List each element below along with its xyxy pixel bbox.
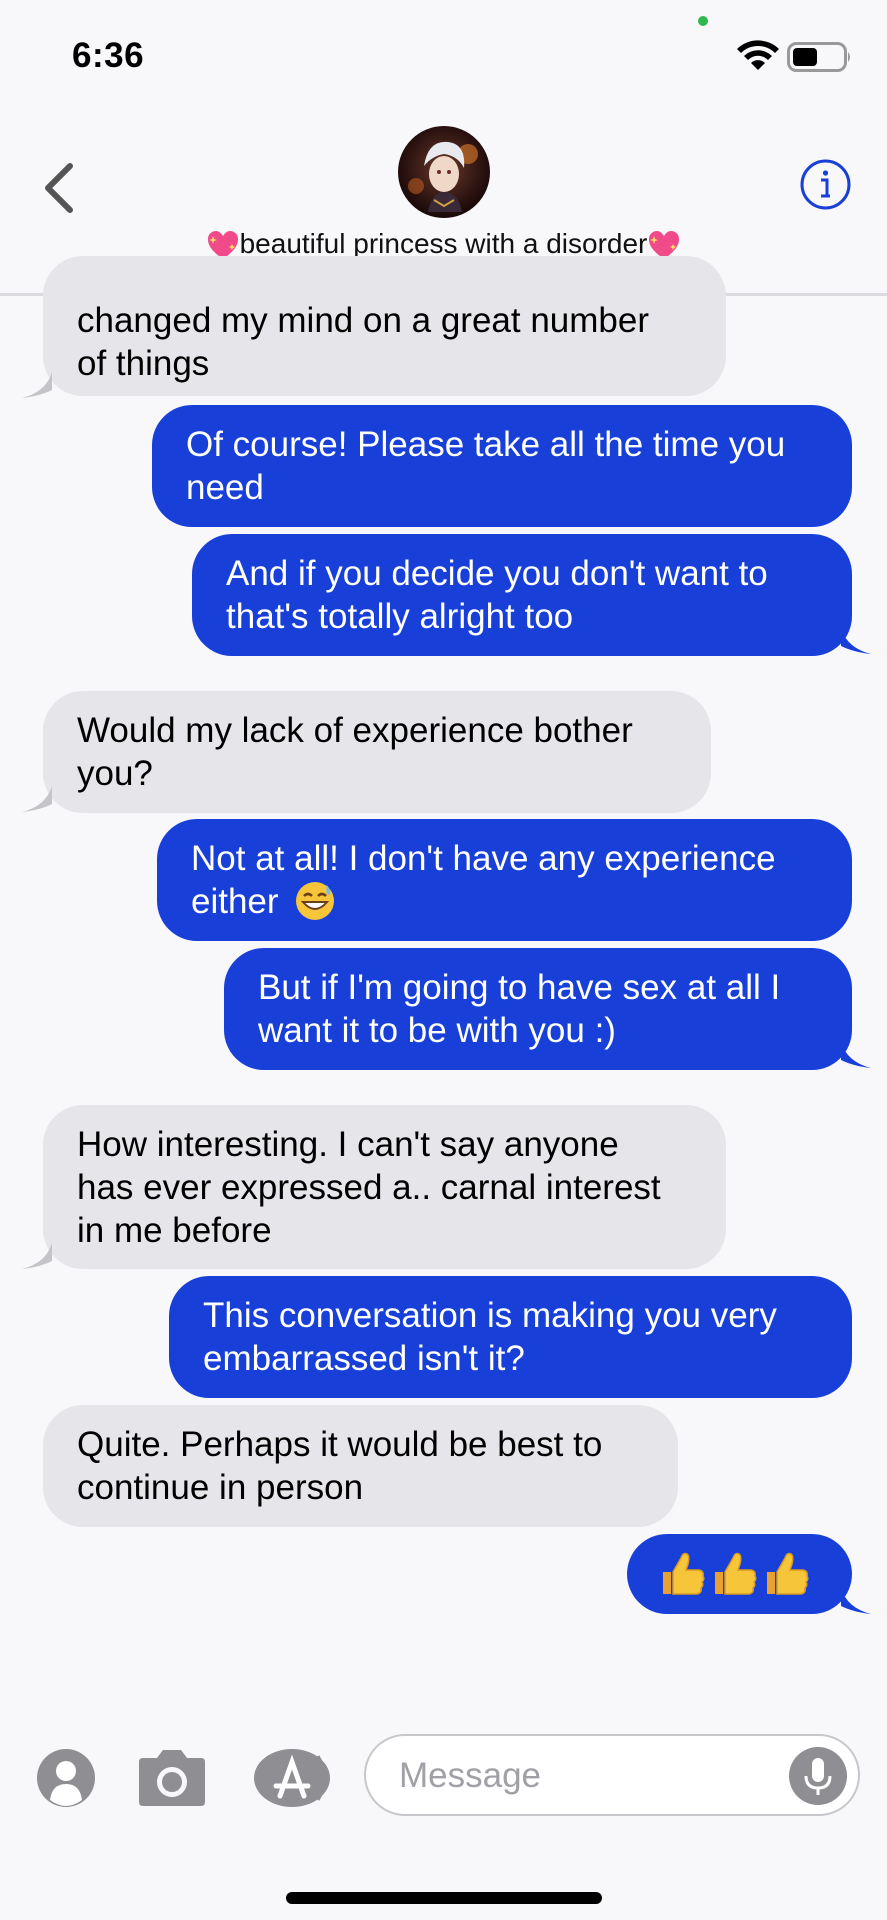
message-bubble-outgoing[interactable]: This conversation is making you very emb… <box>169 1276 852 1398</box>
message-bubble-incoming[interactable]: Would my lack of experience bother you? <box>43 691 711 813</box>
bubble-tail <box>841 1042 871 1068</box>
wifi-icon <box>737 40 779 70</box>
message-text: This conversation is making you very <box>203 1296 777 1335</box>
message-bubble-incoming[interactable]: Quite. Perhaps it would be best to conti… <box>43 1405 678 1527</box>
message-text: embarrassed isn't it? <box>203 1339 525 1378</box>
battery-icon <box>787 42 850 72</box>
contact-name: beautiful princess with a disorder <box>239 228 648 259</box>
message-bubble-outgoing[interactable]: But if I'm going to have sex at all I wa… <box>224 948 852 1070</box>
messages-screen: 6:36 beautiful princess with a disorder … <box>0 0 887 1920</box>
message-text: And if you decide you don't want to <box>226 554 768 593</box>
message-text: in me before <box>77 1210 272 1250</box>
bubble-tail <box>841 1588 871 1614</box>
app-store-icon[interactable] <box>252 1748 332 1808</box>
info-icon[interactable] <box>800 159 851 210</box>
message-text: need <box>186 468 264 507</box>
bubble-tail <box>841 628 871 654</box>
message-bubble-outgoing[interactable]: Not at all! I don't have any experience … <box>157 819 852 941</box>
camera-icon[interactable] <box>135 1748 209 1808</box>
message-text: Quite. Perhaps it would be best to <box>77 1425 603 1464</box>
message-input-placeholder: Message <box>399 1756 542 1795</box>
home-indicator[interactable] <box>286 1892 602 1904</box>
message-text: that's totally alright too <box>226 597 574 636</box>
camera-in-use-indicator <box>698 16 708 26</box>
back-chevron-icon[interactable] <box>40 160 76 216</box>
message-bubble-outgoing[interactable]: Of course! Please take all the time you … <box>152 405 852 527</box>
thumbs-up-emoji <box>663 1552 809 1595</box>
message-text: changed my mind on a great number <box>77 301 649 340</box>
bubble-tail <box>22 372 52 398</box>
contact-avatar[interactable] <box>398 126 490 218</box>
microphone-icon[interactable] <box>788 1746 848 1806</box>
bubble-tail <box>22 786 52 812</box>
message-bubble-incoming[interactable]: How interesting. I can't say anyone has … <box>43 1105 726 1269</box>
message-text: want it to be with you :) <box>258 1011 616 1050</box>
message-text: either <box>191 882 279 921</box>
grinning-sweat-emoji <box>296 881 335 920</box>
message-text: you? <box>77 754 153 793</box>
message-list[interactable]: changed my mind on a great number of thi… <box>0 256 887 1706</box>
memoji-icon[interactable] <box>36 1748 96 1808</box>
bubble-tail <box>22 1243 52 1269</box>
message-text: of things <box>77 344 210 383</box>
message-text: has ever expressed a.. carnal interest <box>77 1167 661 1207</box>
message-text: Would my lack of experience bother <box>77 711 633 750</box>
compose-bar: Message <box>0 1706 887 1920</box>
message-bubble-incoming[interactable]: changed my mind on a great number of thi… <box>43 256 726 396</box>
message-input[interactable]: Message <box>364 1734 860 1816</box>
message-bubble-outgoing[interactable] <box>627 1534 852 1614</box>
message-text: Not at all! I don't have any experience <box>191 839 776 878</box>
message-text: How interesting. I can't say anyone <box>77 1124 619 1164</box>
message-text: Of course! Please take all the time you <box>186 425 786 464</box>
message-text: continue in person <box>77 1468 364 1507</box>
status-time: 6:36 <box>72 36 145 75</box>
message-bubble-outgoing[interactable]: And if you decide you don't want to that… <box>192 534 852 656</box>
message-text: But if I'm going to have sex at all I <box>258 968 781 1007</box>
